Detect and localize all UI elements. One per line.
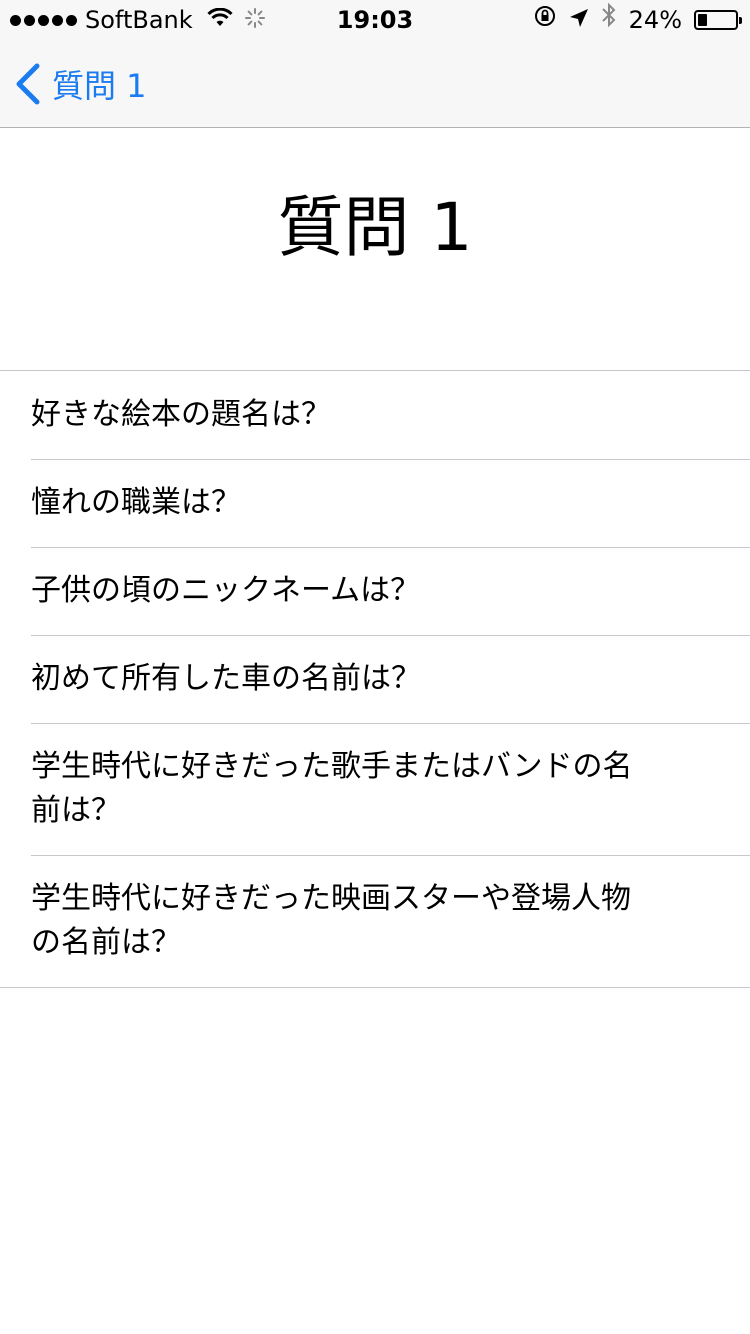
- question-item-1[interactable]: 好きな絵本の題名は？: [0, 371, 750, 459]
- back-button[interactable]: 質問 1: [14, 40, 147, 128]
- back-button-label: 質問 1: [52, 67, 147, 105]
- navigation-bar: 質問 1: [0, 40, 750, 128]
- activity-spinner-icon: [244, 0, 265, 40]
- question-item-2[interactable]: 憧れの職業は？: [0, 459, 750, 547]
- wifi-icon: [207, 0, 233, 40]
- bluetooth-icon: [601, 0, 617, 40]
- question-item-5[interactable]: 学生時代に好きだった歌手またはバンドの名前は？: [0, 723, 750, 855]
- carrier-name: SoftBank: [85, 6, 193, 34]
- question-item-4[interactable]: 初めて所有した車の名前は？: [0, 635, 750, 723]
- status-right: 24%: [533, 0, 742, 40]
- location-arrow-icon: [569, 0, 589, 40]
- question-item-6[interactable]: 学生時代に好きだった映画スターや登場人物の名前は？: [0, 855, 750, 987]
- status-left: SoftBank: [10, 0, 265, 40]
- signal-strength-icon: [10, 14, 77, 26]
- battery-percent: 24%: [628, 6, 682, 34]
- orientation-lock-icon: [533, 0, 557, 40]
- question-list: 好きな絵本の題名は？ 憧れの職業は？ 子供の頃のニックネームは？ 初めて所有した…: [0, 370, 750, 988]
- chevron-left-icon: [16, 63, 40, 105]
- question-item-3[interactable]: 子供の頃のニックネームは？: [0, 547, 750, 635]
- battery-icon: [694, 10, 742, 30]
- status-bar: SoftBank 19:03 24%: [0, 0, 750, 40]
- page-title: 質問 1: [277, 189, 473, 266]
- battery-level: [698, 14, 707, 26]
